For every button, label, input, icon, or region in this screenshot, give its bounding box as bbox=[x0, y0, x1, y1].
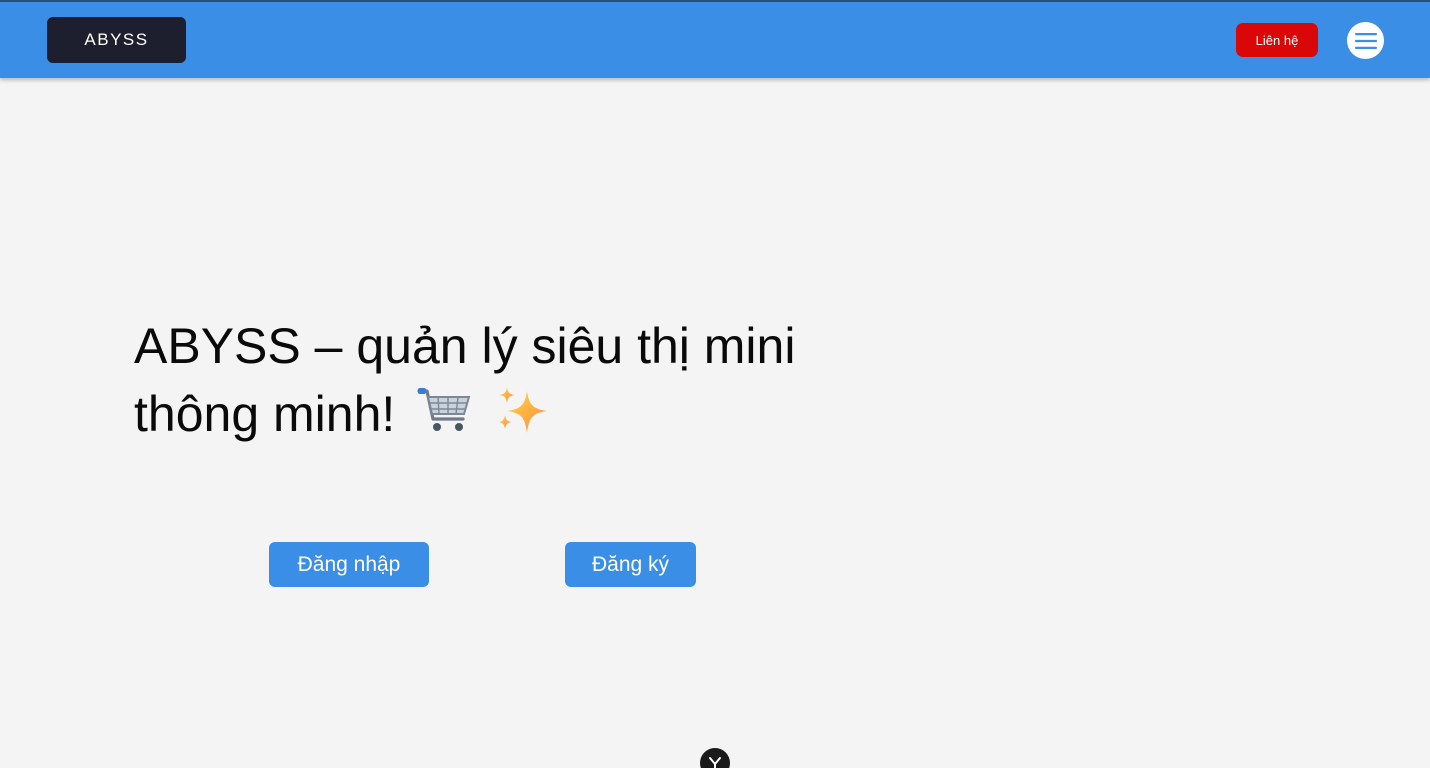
register-button[interactable]: Đăng ký bbox=[565, 542, 696, 587]
sparkles-icon bbox=[495, 385, 551, 454]
shopping-cart-icon bbox=[417, 385, 473, 454]
login-button[interactable]: Đăng nhập bbox=[269, 542, 429, 587]
logo-text: ABYSS bbox=[84, 30, 149, 49]
scroll-down-button[interactable] bbox=[700, 748, 730, 768]
logo[interactable]: ABYSS bbox=[47, 17, 186, 63]
hamburger-menu-icon bbox=[1354, 32, 1377, 49]
menu-button[interactable] bbox=[1347, 22, 1384, 59]
login-button-label: Đăng nhập bbox=[297, 552, 401, 576]
chevron-down-icon bbox=[709, 757, 721, 768]
contact-button-label: Liên hệ bbox=[1255, 32, 1299, 48]
register-button-label: Đăng ký bbox=[591, 552, 670, 576]
landing-page: ABYSS Liên hệ ABYSS – quản lý siêu thị m… bbox=[0, 0, 1430, 768]
hero-headline: ABYSS – quản lý siêu thị mini thông minh… bbox=[134, 312, 874, 454]
top-navbar: ABYSS Liên hệ bbox=[0, 0, 1430, 78]
contact-button[interactable]: Liên hệ bbox=[1236, 23, 1318, 57]
